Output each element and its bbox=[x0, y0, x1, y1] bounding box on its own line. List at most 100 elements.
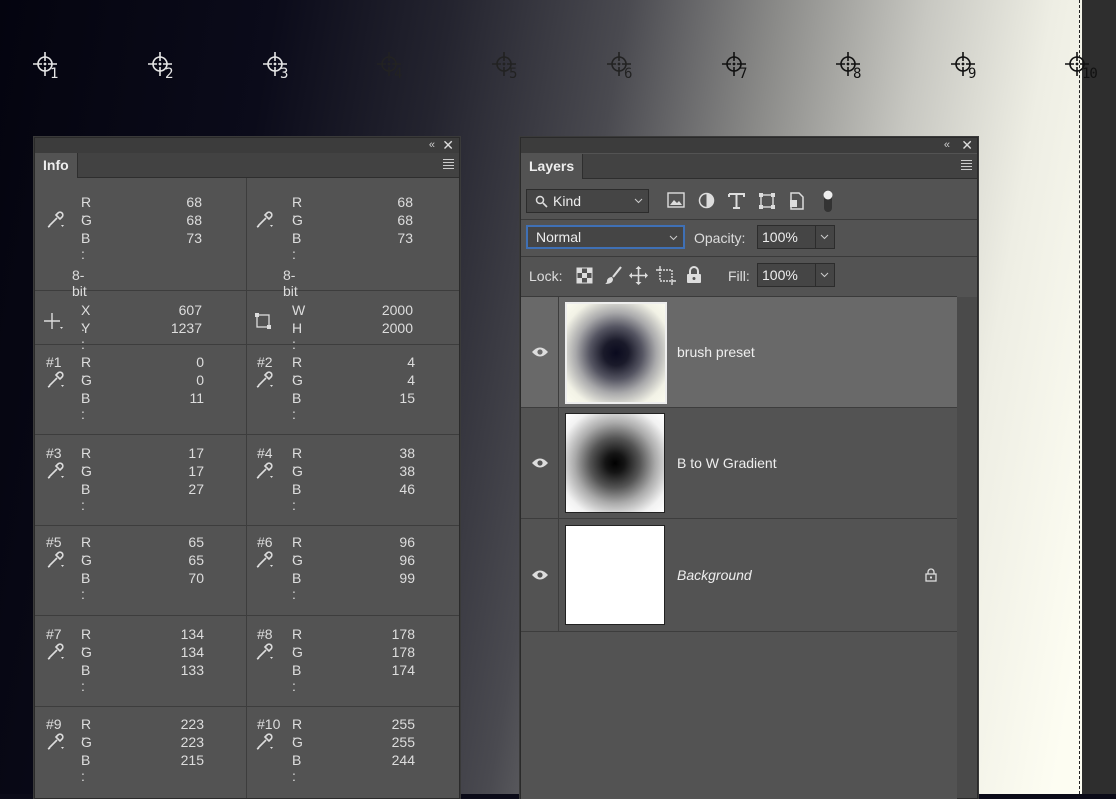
info-panel: « ✕ Info R : G : B : 68 68 73 8-bit R : … bbox=[34, 137, 460, 799]
tab-info[interactable]: Info bbox=[35, 153, 78, 178]
lock-all-icon[interactable] bbox=[686, 266, 702, 284]
lock-image-pixels-icon[interactable] bbox=[604, 266, 623, 285]
divider bbox=[558, 408, 559, 518]
divider bbox=[35, 525, 459, 526]
layer-name[interactable]: Background bbox=[677, 567, 752, 583]
eyedropper-icon[interactable] bbox=[254, 642, 276, 662]
sampler-id: #8 bbox=[257, 626, 273, 642]
divider bbox=[35, 290, 459, 291]
divider bbox=[558, 297, 559, 407]
fill-input[interactable]: 100% bbox=[757, 263, 835, 287]
sampler-number: 9 bbox=[968, 66, 977, 82]
layer-row-gradient[interactable]: B to W Gradient bbox=[521, 408, 957, 519]
blend-mode-label: Normal bbox=[536, 229, 582, 245]
layer-thumbnail[interactable] bbox=[565, 525, 665, 625]
layer-name[interactable]: B to W Gradient bbox=[677, 455, 777, 471]
opacity-slider-button[interactable] bbox=[815, 226, 834, 248]
lock-transparent-pixels-icon[interactable] bbox=[576, 267, 593, 284]
color-sampler-1[interactable]: 1 bbox=[30, 48, 64, 86]
lock-label: Lock: bbox=[529, 268, 563, 284]
panel-menu-icon[interactable] bbox=[961, 158, 972, 172]
layer-thumbnail[interactable] bbox=[565, 302, 667, 404]
g-value: 134 bbox=[180, 644, 204, 660]
b-label: B : bbox=[81, 390, 91, 422]
tab-bar: Info bbox=[35, 153, 459, 178]
sampler-number: 8 bbox=[853, 66, 862, 82]
color-sampler-9[interactable]: 9 bbox=[948, 48, 982, 86]
guide-line[interactable] bbox=[1079, 0, 1081, 794]
panel-header: « ✕ bbox=[521, 137, 977, 154]
w-value: 2000 bbox=[381, 302, 413, 318]
divider bbox=[521, 256, 977, 257]
color-sampler-5[interactable]: 5 bbox=[489, 48, 523, 86]
layer-row-brush-preset[interactable]: brush preset bbox=[521, 297, 957, 408]
eyedropper-icon[interactable] bbox=[45, 210, 67, 230]
collapse-icon[interactable]: « bbox=[944, 139, 950, 151]
eyedropper-icon[interactable] bbox=[45, 732, 67, 752]
fill-slider-button[interactable] bbox=[815, 264, 834, 286]
opacity-input[interactable]: 100% bbox=[757, 225, 835, 249]
collapse-icon[interactable]: « bbox=[429, 139, 435, 151]
close-icon[interactable]: ✕ bbox=[442, 137, 454, 154]
eyedropper-icon[interactable] bbox=[254, 461, 276, 481]
eyedropper-icon[interactable] bbox=[254, 210, 276, 230]
color-sampler-6[interactable]: 6 bbox=[604, 48, 638, 86]
divider bbox=[521, 219, 977, 220]
r-value: 134 bbox=[180, 626, 204, 642]
eyedropper-icon[interactable] bbox=[45, 642, 67, 662]
lock-artboard-icon[interactable] bbox=[656, 266, 676, 285]
h-label: H : bbox=[292, 320, 303, 352]
eyedropper-icon[interactable] bbox=[45, 461, 67, 481]
filter-kind-label: Kind bbox=[553, 193, 582, 209]
tab-layers[interactable]: Layers bbox=[521, 154, 584, 179]
color-sampler-4[interactable]: 4 bbox=[374, 48, 408, 86]
type-filter-icon[interactable] bbox=[728, 192, 745, 209]
color-sampler-10[interactable]: 10 bbox=[1062, 48, 1098, 86]
color-sampler-8[interactable]: 8 bbox=[833, 48, 867, 86]
panel-menu-icon[interactable] bbox=[443, 157, 454, 171]
color-sampler-2[interactable]: 2 bbox=[145, 48, 179, 86]
smart-object-filter-icon[interactable] bbox=[789, 192, 805, 210]
blend-mode-dropdown[interactable]: Normal bbox=[526, 225, 685, 249]
eyedropper-icon[interactable] bbox=[45, 550, 67, 570]
g-value: 17 bbox=[188, 463, 204, 479]
eyedropper-icon[interactable] bbox=[254, 370, 276, 390]
adjustment-filter-icon[interactable] bbox=[698, 192, 715, 209]
eye-icon[interactable] bbox=[531, 456, 549, 470]
image-filter-icon[interactable] bbox=[667, 192, 685, 208]
opacity-label: Opacity: bbox=[694, 230, 746, 246]
layer-name[interactable]: brush preset bbox=[677, 344, 755, 360]
filter-kind-dropdown[interactable]: Kind bbox=[526, 189, 649, 213]
tab-bar: Layers bbox=[521, 154, 977, 179]
layer-list-scrollbar[interactable] bbox=[957, 297, 977, 798]
transform-box-icon bbox=[255, 313, 271, 329]
g-value: 68 bbox=[397, 212, 413, 228]
color-sampler-7[interactable]: 7 bbox=[719, 48, 753, 86]
color-sampler-3[interactable]: 3 bbox=[260, 48, 294, 86]
layer-thumbnail[interactable] bbox=[565, 413, 665, 513]
layers-panel: « ✕ Layers Kind Normal Opacity: 100% Loc… bbox=[520, 137, 978, 799]
eye-icon[interactable] bbox=[531, 568, 549, 582]
sampler-id: #9 bbox=[46, 716, 62, 732]
r-value: 65 bbox=[188, 534, 204, 550]
b-value: 215 bbox=[180, 752, 204, 768]
filter-toggle-icon[interactable] bbox=[822, 189, 834, 213]
panel-header: « ✕ bbox=[35, 137, 459, 154]
eyedropper-icon[interactable] bbox=[254, 550, 276, 570]
r-value: 223 bbox=[180, 716, 204, 732]
r-value: 17 bbox=[188, 445, 204, 461]
shape-filter-icon[interactable] bbox=[758, 192, 776, 210]
eyedropper-icon[interactable] bbox=[254, 732, 276, 752]
lock-position-icon[interactable] bbox=[629, 266, 648, 285]
crosshair-icon[interactable] bbox=[43, 312, 65, 332]
layer-row-background[interactable]: Background bbox=[521, 519, 957, 632]
sampler-id: #2 bbox=[257, 354, 273, 370]
eye-icon[interactable] bbox=[531, 345, 549, 359]
chevron-down-icon bbox=[669, 235, 678, 241]
b-label: B : bbox=[81, 230, 91, 262]
lock-icon bbox=[925, 568, 937, 582]
sampler-number: 5 bbox=[509, 66, 518, 82]
eyedropper-icon[interactable] bbox=[45, 370, 67, 390]
divider bbox=[246, 178, 247, 798]
close-icon[interactable]: ✕ bbox=[961, 137, 973, 154]
